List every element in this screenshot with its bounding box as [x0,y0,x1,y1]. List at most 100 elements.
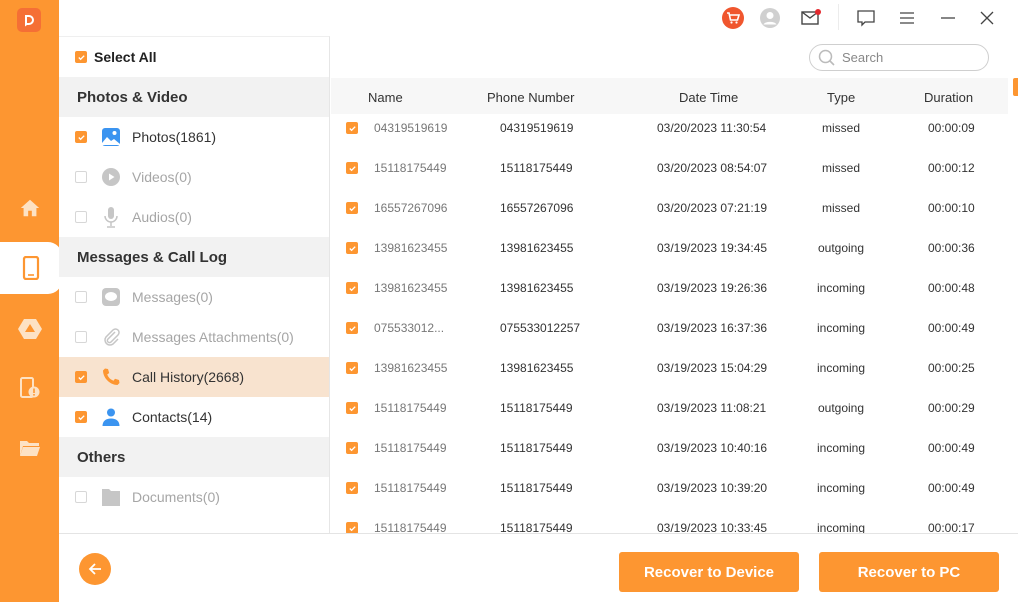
messages-checkbox[interactable] [75,291,87,303]
select-all-checkbox[interactable] [75,51,87,63]
check-icon [348,205,356,211]
minimize-icon [941,17,955,19]
check-icon [348,125,356,131]
select-all-row[interactable]: Select All [59,37,329,77]
check-icon [348,245,356,251]
cell-type: incoming [816,361,866,375]
table-row[interactable]: 13981623455 13981623455 03/19/2023 19:26:3… [331,278,1008,318]
drive-icon [17,319,42,339]
messages-attachments-checkbox[interactable] [75,331,87,343]
call-history-checkbox[interactable] [75,371,87,383]
cell-phone: 15118175449 [500,441,573,455]
column-header-datetime[interactable]: Date Time [679,90,738,105]
row-checkbox[interactable] [346,202,358,214]
cell-type: outgoing [817,401,865,415]
table-row[interactable]: 15118175449 15118175449 03/19/2023 10:40:1… [331,438,1008,478]
category-call-history[interactable]: Call History(2668) [59,357,329,397]
account-button[interactable] [758,6,782,30]
check-icon [348,525,356,531]
feedback-icon [857,10,875,27]
video-icon [102,168,120,186]
videos-checkbox[interactable] [75,171,87,183]
table-row[interactable]: 04319519619 04319519619 03/20/2023 11:30:5… [331,118,1008,158]
rail-item-google-drive[interactable] [0,308,59,348]
footer-bar: Recover to Device Recover to PC [59,533,1018,602]
table-row[interactable]: 15118175449 15118175449 03/19/2023 11:08:2… [331,398,1008,438]
cell-type: incoming [816,521,866,533]
cell-name: 15118175449 [374,481,447,495]
row-checkbox[interactable] [346,242,358,254]
rail-item-home[interactable] [0,188,59,228]
row-checkbox[interactable] [346,122,358,134]
row-checkbox[interactable] [346,162,358,174]
row-checkbox[interactable] [346,522,358,533]
row-checkbox[interactable] [346,402,358,414]
row-checkbox[interactable] [346,282,358,294]
column-header-duration[interactable]: Duration [924,90,973,105]
back-button[interactable] [79,553,111,585]
row-checkbox[interactable] [346,362,358,374]
cart-icon [722,7,744,29]
recover-to-device-button[interactable]: Recover to Device [619,552,799,592]
rail-item-folder[interactable] [0,428,59,468]
category-messages[interactable]: Messages(0) [59,277,329,317]
photos-checkbox[interactable] [75,131,87,143]
cell-duration: 00:00:25 [928,361,975,375]
row-checkbox[interactable] [346,442,358,454]
recover-to-pc-button[interactable]: Recover to PC [819,552,999,592]
table-scrollbar[interactable] [1013,78,1018,96]
cell-duration: 00:00:17 [928,521,975,533]
row-checkbox[interactable] [346,322,358,334]
close-button[interactable] [975,6,999,30]
rail-item-device-issue[interactable] [0,368,59,408]
table-row[interactable]: 16557267096 16557267096 03/20/2023 07:21:1… [331,198,1008,238]
contacts-checkbox[interactable] [75,411,87,423]
category-audios[interactable]: Audios(0) [59,197,329,237]
cell-duration: 00:00:10 [928,201,975,215]
cell-datetime: 03/20/2023 11:30:54 [657,121,767,135]
message-icon [102,288,120,306]
category-contacts[interactable]: Contacts(14) [59,397,329,437]
column-header-name[interactable]: Name [368,90,403,105]
table-row[interactable]: 15118175449 15118175449 03/19/2023 10:39:2… [331,478,1008,518]
cell-datetime: 03/19/2023 19:34:45 [657,241,768,255]
cell-datetime: 03/19/2023 16:37:36 [657,321,768,335]
photo-icon [102,128,120,146]
menu-button[interactable] [895,6,919,30]
table-row[interactable]: 13981623455 13981623455 03/19/2023 15:04:2… [331,358,1008,398]
category-documents[interactable]: Documents(0) [59,477,329,517]
cart-button[interactable] [721,6,745,30]
cell-type: incoming [816,321,866,335]
row-checkbox[interactable] [346,482,358,494]
search-input[interactable] [842,50,972,65]
audios-checkbox[interactable] [75,211,87,223]
table-row[interactable]: 13981623455 13981623455 03/19/2023 19:34:4… [331,238,1008,278]
column-header-phone[interactable]: Phone Number [487,90,574,105]
cell-datetime: 03/19/2023 10:39:20 [657,481,768,495]
feedback-button[interactable] [854,6,878,30]
cell-datetime: 03/19/2023 10:40:16 [657,441,768,455]
minimize-button[interactable] [936,6,960,30]
home-icon [20,199,39,217]
table-row[interactable]: 15118175449 15118175449 03/19/2023 10:33:4… [331,518,1008,533]
table-row[interactable]: 075533012... 075533012257 03/19/2023 16:37… [331,318,1008,358]
table-row[interactable]: 15118175449 15118175449 03/20/2023 08:54:0… [331,158,1008,198]
category-messages-attachments[interactable]: Messages Attachments(0) [59,317,329,357]
category-panel: Select All Photos & Video Photos(1861) V… [59,36,330,533]
search-box[interactable] [809,44,989,71]
cell-name: 04319519619 [374,121,448,135]
mail-button[interactable] [799,6,823,30]
rail-item-device[interactable] [0,242,62,294]
column-header-type[interactable]: Type [827,90,855,105]
check-icon [348,485,356,491]
category-videos[interactable]: Videos(0) [59,157,329,197]
category-label: Audios(0) [132,209,192,225]
cell-name: 13981623455 [374,281,448,295]
check-icon [348,365,356,371]
category-photos[interactable]: Photos(1861) [59,117,329,157]
arrow-left-icon [88,563,101,575]
documents-checkbox[interactable] [75,491,87,503]
cell-type: missed [821,121,860,135]
cell-name: 15118175449 [374,441,447,455]
cell-datetime: 03/19/2023 19:26:36 [657,281,768,295]
